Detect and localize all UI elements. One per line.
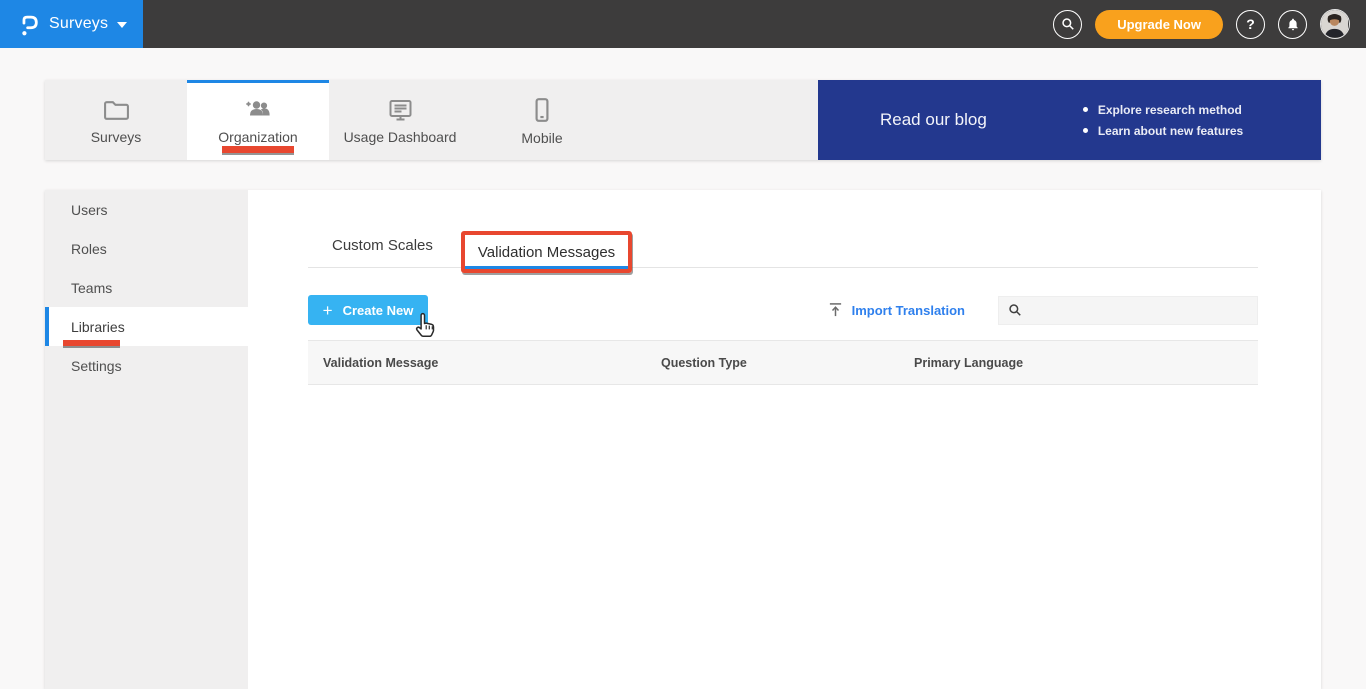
column-header-question-type: Question Type: [661, 355, 747, 370]
column-header-validation-message: Validation Message: [323, 355, 439, 370]
import-translation-link[interactable]: Import Translation: [828, 302, 965, 318]
people-add-icon: [246, 101, 270, 116]
create-new-label: Create New: [342, 302, 414, 318]
red-underline-annotation: [222, 146, 294, 153]
question-mark-icon: ?: [1246, 16, 1255, 32]
blog-banner-title: Read our blog: [880, 110, 987, 129]
validation-messages-toolbar: + Create New Import Translation: [308, 294, 1258, 326]
org-sidebar: Users Roles Teams Libraries Settings: [45, 190, 248, 689]
nav-tab-usage-dashboard[interactable]: Usage Dashboard: [329, 80, 471, 160]
sidebar-item-label: Roles: [71, 240, 107, 257]
sidebar-item-label: Settings: [71, 357, 122, 374]
smartphone-icon: [535, 98, 549, 122]
top-bar: Surveys Upgrade Now ?: [0, 0, 1366, 48]
sidebar-item-roles[interactable]: Roles: [45, 229, 248, 268]
sidebar-item-label: Teams: [71, 279, 113, 296]
tab-custom-scales[interactable]: Custom Scales: [316, 237, 449, 267]
nav-tab-label: Mobile: [521, 130, 563, 146]
library-tabs: Custom Scales Validation Messages: [308, 190, 1258, 273]
notifications-button[interactable]: [1278, 9, 1307, 39]
search-icon: [1009, 304, 1021, 316]
sidebar-item-label: Users: [71, 201, 108, 218]
main-nav-tabs: Surveys Organization Usage Dashboard Mob…: [45, 80, 818, 160]
nav-tab-label: Surveys: [90, 129, 142, 145]
import-upload-icon: [829, 303, 841, 317]
blog-bullet: Explore research method: [1083, 103, 1243, 117]
notification-bell-icon: [1287, 18, 1298, 30]
chevron-down-icon: [117, 22, 128, 28]
search-button[interactable]: [1053, 9, 1083, 39]
sidebar-item-label: Libraries: [71, 318, 125, 335]
nav-tab-label: Organization: [218, 129, 298, 145]
import-translation-label: Import Translation: [851, 302, 965, 318]
nav-tab-organization[interactable]: Organization: [187, 80, 329, 160]
sidebar-item-settings[interactable]: Settings: [45, 346, 248, 385]
nav-tab-label: Usage Dashboard: [343, 129, 457, 145]
dashboard-screen-icon: [389, 100, 411, 121]
libraries-content: Custom Scales Validation Messages + Crea…: [248, 190, 1321, 689]
libraries-page-card: Users Roles Teams Libraries Settings Cus…: [45, 190, 1321, 689]
nav-tab-surveys[interactable]: Surveys: [45, 80, 187, 160]
app-switcher[interactable]: Surveys: [0, 0, 143, 48]
blog-bullet: Learn about new features: [1083, 124, 1243, 138]
column-header-primary-language: Primary Language: [914, 355, 1024, 370]
table-search-box[interactable]: [998, 295, 1258, 325]
org-navigation-card: Surveys Organization Usage Dashboard Mob…: [45, 80, 1321, 160]
upgrade-now-button[interactable]: Upgrade Now: [1095, 9, 1223, 39]
tab-validation-messages[interactable]: Validation Messages: [464, 235, 629, 269]
help-button[interactable]: ?: [1236, 9, 1265, 39]
validation-table-header: Validation Message Question Type Primary…: [308, 340, 1258, 385]
product-name: Surveys: [49, 15, 109, 32]
search-input[interactable]: [1028, 302, 1257, 318]
search-icon: [1061, 18, 1074, 30]
nav-tab-mobile[interactable]: Mobile: [471, 80, 613, 160]
sidebar-item-teams[interactable]: Teams: [45, 268, 248, 307]
sidebar-item-users[interactable]: Users: [45, 190, 248, 229]
avatar[interactable]: [1320, 9, 1350, 39]
read-our-blog-banner[interactable]: Read our blog Explore research method Le…: [818, 80, 1321, 160]
create-new-button[interactable]: + Create New: [308, 295, 428, 325]
blog-bullet-list: Explore research method Learn about new …: [1083, 103, 1243, 138]
folder-icon: [103, 101, 129, 120]
questionpro-logo-icon: [22, 15, 38, 35]
user-profile-photo: [1321, 10, 1348, 37]
red-box-annotation: Validation Messages: [460, 231, 633, 273]
sidebar-item-libraries[interactable]: Libraries: [45, 307, 248, 346]
topbar-actions: Upgrade Now ?: [1053, 9, 1350, 39]
plus-icon: +: [322, 300, 333, 320]
